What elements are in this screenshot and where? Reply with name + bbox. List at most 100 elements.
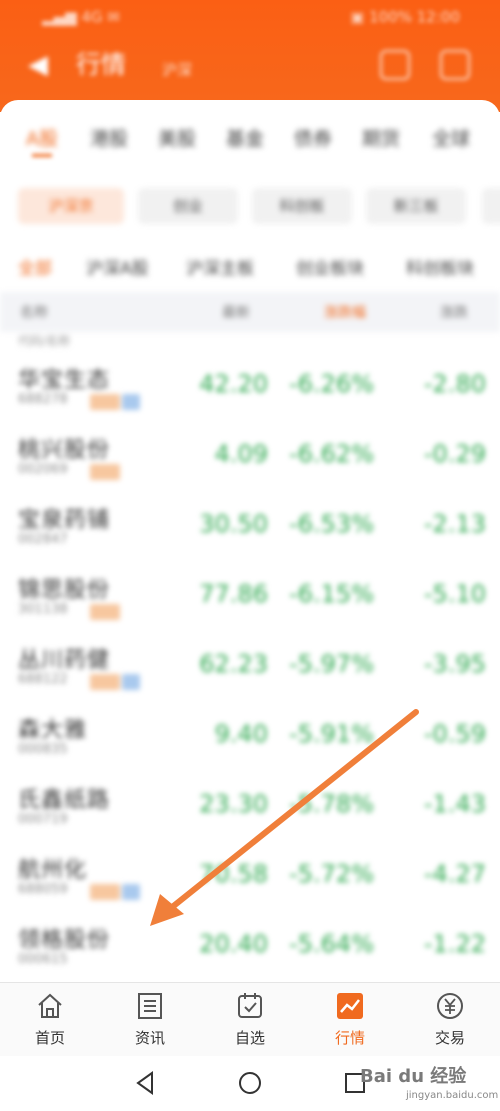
stock-change: -0.29 (423, 440, 486, 468)
stock-change-pct: -6.53% (289, 510, 374, 538)
stock-change-pct: -6.62% (289, 440, 374, 468)
stock-change-pct: -5.97% (289, 650, 374, 678)
stock-row[interactable]: 领格股份 000615 20.40 -5.64% -1.22 (0, 912, 500, 982)
stock-code: 002069 (18, 462, 68, 477)
stock-code: 000719 (18, 812, 68, 827)
stock-name: 华宝生态 (18, 368, 111, 393)
stock-change-pct: -5.72% (289, 860, 374, 888)
connect-tag (122, 884, 140, 900)
stock-price: 70.58 (199, 860, 268, 888)
tab-fund[interactable]: 基金 (226, 124, 264, 151)
margin-tag (90, 674, 120, 690)
column-header: 名称 最新 涨跌幅 涨跌 (0, 292, 500, 332)
stock-row[interactable]: 氏鑫纸路 000719 23.30 -5.78% -1.43 (0, 772, 500, 842)
title-bar: ◀ 行情 沪深 (0, 40, 500, 92)
stock-code: 688122 (18, 672, 68, 687)
stock-price: 4.09 (214, 440, 268, 468)
stock-change: -5.10 (423, 580, 486, 608)
stock-price: 20.40 (199, 930, 268, 958)
nav-label: 首页 (34, 1029, 65, 1047)
stock-price: 62.23 (199, 650, 268, 678)
status-left: ▂▄▆ 4G ✉ (42, 8, 120, 26)
filter-pills: 沪深京 创业 科创板 新三板 (0, 188, 500, 228)
subtab-all[interactable]: 全部 (18, 254, 52, 279)
market-tabs: A股 港股 美股 基金 债券 期货 全球 (0, 118, 500, 154)
stock-code: 301138 (18, 602, 68, 617)
nav-label: 行情 (334, 1029, 365, 1047)
tab-bond[interactable]: 债券 (294, 124, 332, 151)
stock-row[interactable]: 华宝生态 688278 42.20 -6.26% -2.80 (0, 352, 500, 422)
home-icon (38, 993, 62, 1018)
pill-more[interactable] (482, 188, 500, 224)
pill-filter[interactable]: 创业 (138, 188, 238, 224)
stock-change-pct: -5.64% (289, 930, 374, 958)
yen-trade-icon (437, 993, 463, 1019)
stock-row[interactable]: 森大雅 000835 9.40 -5.91% -0.59 (0, 702, 500, 772)
stock-change: -4.27 (423, 860, 486, 888)
stock-name: 宝泉药铺 (18, 508, 111, 533)
nav-label: 资讯 (134, 1029, 165, 1047)
pill-filter[interactable]: 科创板 (252, 188, 352, 224)
margin-tag (90, 464, 120, 480)
tab-global[interactable]: 全球 (432, 124, 470, 151)
back-triangle-icon[interactable] (134, 1071, 156, 1095)
nav-watchlist[interactable]: 自选 (210, 991, 290, 1053)
news-icon (138, 993, 162, 1019)
nav-home[interactable]: 首页 (10, 991, 90, 1053)
column-subheader: 代码/名称 (18, 334, 71, 348)
stock-row[interactable]: 航州化 688059 70.58 -5.72% -4.27 (0, 842, 500, 912)
margin-tag (90, 394, 120, 410)
tab-hk[interactable]: 港股 (90, 124, 128, 151)
col-pct[interactable]: 涨跌幅 (324, 302, 366, 322)
stock-change: -1.43 (423, 790, 486, 818)
stock-row[interactable]: 锦思股份 301138 77.86 -6.15% -5.10 (0, 562, 500, 632)
pill-filter[interactable]: 沪深京 (18, 188, 124, 224)
bottom-nav: 首页 资讯 自选 行情 交易 (0, 982, 500, 1056)
stock-name: 领格股份 (18, 928, 111, 953)
nav-label: 交易 (434, 1029, 465, 1047)
stock-row[interactable]: 桃兴股份 002069 4.09 -6.62% -0.29 (0, 422, 500, 492)
tab-us[interactable]: 美股 (158, 124, 196, 151)
stock-row[interactable]: 丛川药健 688122 62.23 -5.97% -3.95 (0, 632, 500, 702)
stock-change: -3.95 (423, 650, 486, 678)
nav-market[interactable]: 行情 (310, 991, 390, 1053)
subtab-ashare[interactable]: 沪深A股 (86, 254, 149, 279)
stock-price: 77.86 (199, 580, 268, 608)
board-tabs: 全部 沪深A股 沪深主板 创业板块 科创板块 (0, 250, 500, 282)
stock-name: 锦思股份 (18, 578, 111, 603)
stock-change-pct: -6.15% (289, 580, 374, 608)
tab-futures[interactable]: 期货 (362, 124, 400, 151)
home-circle-icon[interactable] (238, 1071, 262, 1095)
stock-price: 42.20 (199, 370, 268, 398)
market-chart-icon (337, 993, 363, 1019)
stock-price: 30.50 (199, 510, 268, 538)
stock-change-pct: -5.78% (289, 790, 374, 818)
col-price[interactable]: 最新 (222, 302, 250, 322)
connect-tag (122, 674, 140, 690)
subtab-gem[interactable]: 创业板块 (296, 254, 364, 279)
col-name[interactable]: 名称 (20, 302, 48, 322)
stock-change-pct: -5.91% (289, 720, 374, 748)
stock-price: 23.30 (199, 790, 268, 818)
stock-name: 航州化 (18, 858, 88, 883)
pill-filter[interactable]: 新三板 (366, 188, 466, 224)
stock-code: 000835 (18, 742, 68, 757)
connect-tag (122, 394, 140, 410)
stock-name: 丛川药健 (18, 648, 111, 673)
stock-list: 华宝生态 688278 42.20 -6.26% -2.80 桃兴股份 002069 4.09… (0, 352, 500, 982)
stock-name: 氏鑫纸路 (18, 788, 111, 813)
nav-news[interactable]: 资讯 (110, 991, 190, 1053)
nav-trade[interactable]: 交易 (410, 991, 490, 1053)
app-header: ▂▄▆ 4G ✉ ▣ 100% 12:00 ◀ 行情 沪深 (0, 0, 500, 112)
subtab-main[interactable]: 沪深主板 (186, 254, 254, 279)
search-icon[interactable] (380, 50, 410, 80)
tab-a-shares[interactable]: A股 (26, 124, 58, 151)
active-tab-indicator (32, 154, 52, 157)
arrow-left-icon[interactable]: ◀ (28, 50, 48, 80)
menu-icon[interactable] (440, 50, 470, 80)
stock-change: -1.22 (423, 930, 486, 958)
stock-row[interactable]: 宝泉药铺 002847 30.50 -6.53% -2.13 (0, 492, 500, 562)
subtab-star[interactable]: 科创板块 (406, 254, 474, 279)
stock-code: 000615 (18, 952, 68, 967)
col-chg[interactable]: 涨跌 (440, 302, 468, 322)
